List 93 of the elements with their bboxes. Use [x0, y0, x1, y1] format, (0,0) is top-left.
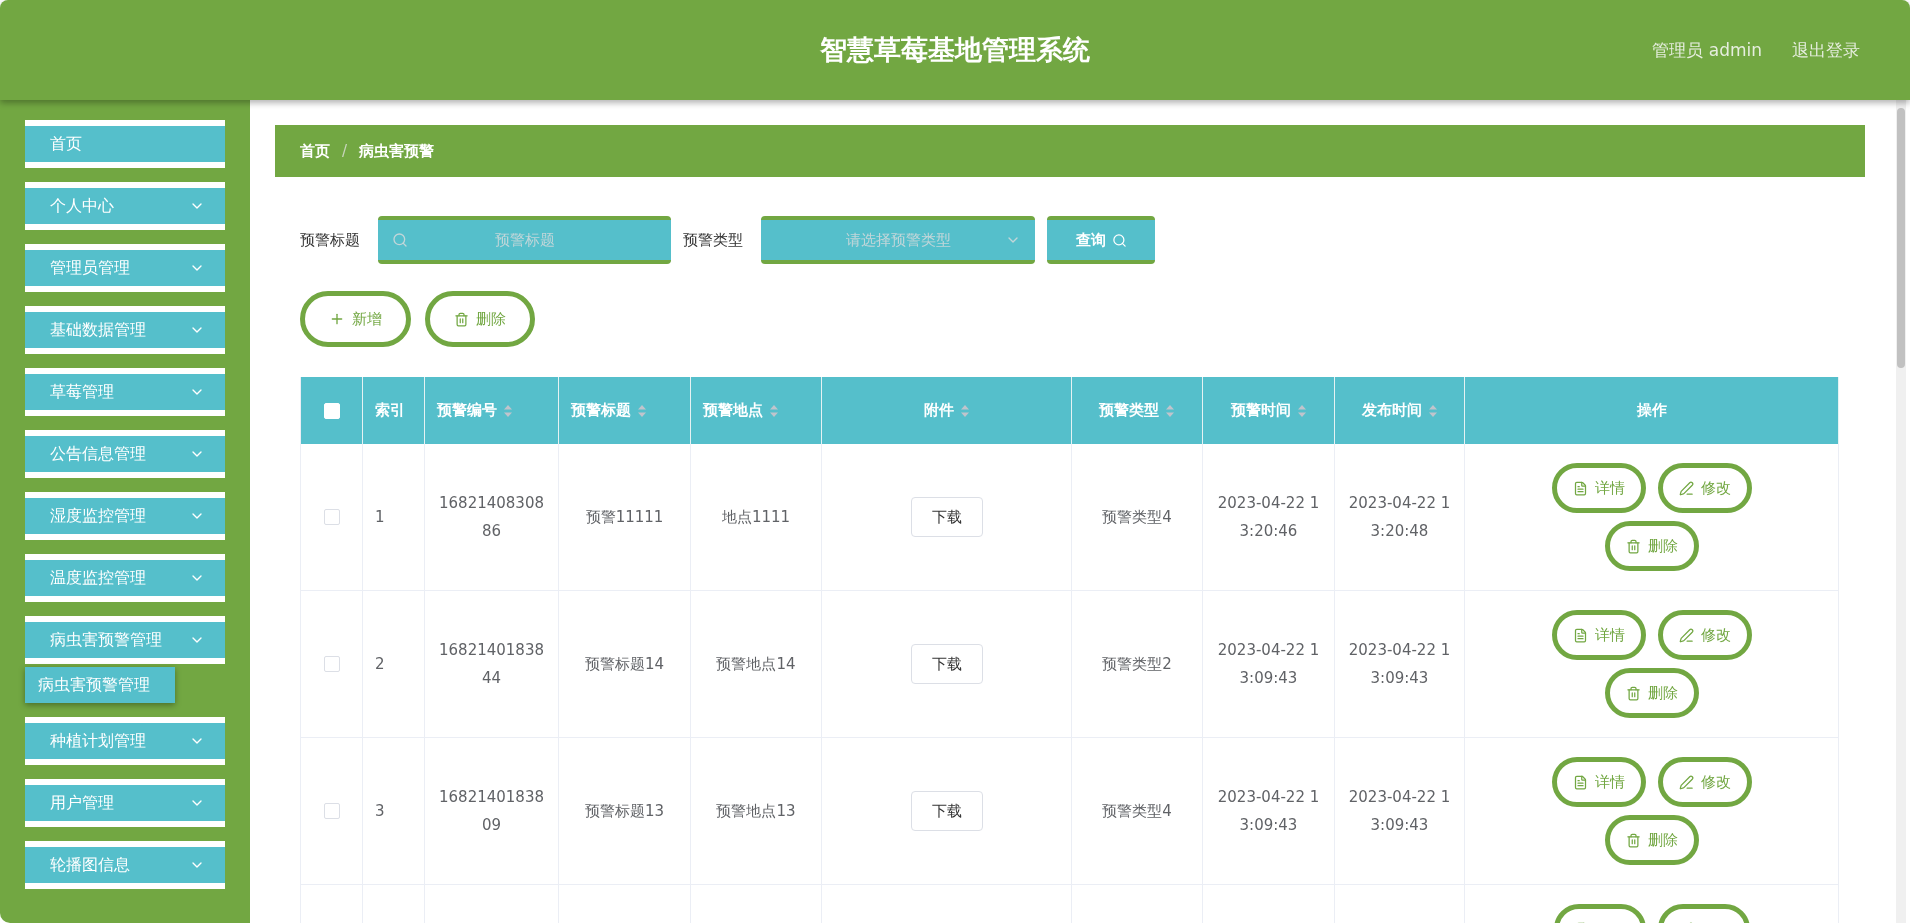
- delete-button[interactable]: 删除: [1604, 815, 1699, 865]
- table-cell-text: 预警标题13: [584, 801, 665, 822]
- delete-button[interactable]: 删除: [425, 291, 535, 347]
- detail-button[interactable]: 详情: [1551, 610, 1646, 660]
- breadcrumb-item[interactable]: 首页: [300, 141, 330, 161]
- detail-button[interactable]: 详情: [1551, 757, 1646, 807]
- trash-icon: [454, 311, 469, 327]
- search-icon: [392, 232, 408, 248]
- scrollbar[interactable]: [1896, 100, 1906, 923]
- row-checkbox[interactable]: [323, 509, 340, 525]
- query-button[interactable]: 查询: [1047, 216, 1155, 264]
- row-checkbox[interactable]: [323, 656, 340, 672]
- breadcrumb-separator: /: [342, 142, 348, 160]
- sidebar-subitem[interactable]: 病虫害预警管理: [25, 667, 175, 703]
- sidebar-item[interactable]: 首页: [25, 120, 225, 168]
- search-icon: [1111, 232, 1127, 248]
- sidebar-item[interactable]: 病虫害预警管理: [25, 616, 225, 664]
- table-cell-text: 3: [375, 801, 385, 822]
- table-cell-text: 1682140830886: [438, 493, 545, 542]
- sidebar-item[interactable]: 用户管理: [25, 779, 225, 827]
- delete-button[interactable]: 删除: [1604, 521, 1699, 571]
- sidebar-item[interactable]: 公告信息管理: [25, 430, 225, 478]
- table-cell-text: 预警类型2: [1102, 654, 1172, 675]
- table-cell-text: 预警类型4: [1102, 801, 1172, 822]
- sidebar-item[interactable]: 轮播图信息: [25, 841, 225, 889]
- app-title: 智慧草莓基地管理系统: [820, 33, 1090, 67]
- sort-icon[interactable]: [1296, 403, 1307, 418]
- column-header[interactable]: 预警时间: [1203, 377, 1335, 444]
- sort-icon[interactable]: [959, 403, 970, 418]
- select-field[interactable]: 请选择预警类型: [761, 216, 1035, 264]
- table-cell-text: 2023-04-22 13:09:43: [1216, 640, 1321, 689]
- table-cell-text: 预警标题14: [584, 654, 665, 675]
- logout-link[interactable]: 退出登录: [1792, 38, 1860, 62]
- table-cell-text: 1682140183809: [438, 787, 545, 836]
- sort-icon[interactable]: [1165, 403, 1175, 418]
- table-cell-text: 2023-04-22 13:20:48: [1347, 493, 1452, 542]
- table-cell-text: 预警地点14: [716, 654, 796, 675]
- column-header[interactable]: 预警类型: [1072, 377, 1203, 444]
- row-checkbox[interactable]: [323, 803, 340, 819]
- column-header: 索引: [363, 377, 425, 444]
- column-header[interactable]: 预警编号: [425, 377, 559, 444]
- trash-icon: [1625, 538, 1641, 554]
- sidebar-item[interactable]: 草莓管理: [25, 368, 225, 416]
- edit-button[interactable]: 修改: [1657, 463, 1752, 513]
- sort-icon[interactable]: [769, 403, 779, 418]
- download-button[interactable]: 下载: [910, 791, 983, 831]
- sidebar-item[interactable]: 个人中心: [25, 182, 225, 230]
- download-button[interactable]: 下载: [910, 644, 983, 684]
- column-header[interactable]: 附件: [822, 377, 1072, 444]
- document-icon: [1572, 480, 1588, 496]
- column-header[interactable]: 预警地点: [691, 377, 822, 444]
- pencil-icon: [1678, 627, 1694, 643]
- table-cell-text: 2023-04-22 13:09:43: [1347, 787, 1452, 836]
- sort-icon[interactable]: [503, 403, 513, 418]
- trash-icon: [1625, 685, 1641, 701]
- sidebar-item[interactable]: 管理员管理: [25, 244, 225, 292]
- table-cell-text: 2023-04-22 13:20:46: [1216, 493, 1321, 542]
- sidebar-item[interactable]: 湿度监控管理: [25, 492, 225, 540]
- search-field[interactable]: 预警标题: [378, 216, 671, 264]
- document-icon: [1572, 627, 1588, 643]
- field-label: 预警标题: [300, 230, 360, 250]
- delete-button[interactable]: 删除: [1604, 668, 1699, 718]
- document-icon: [1572, 774, 1588, 790]
- sidebar-item[interactable]: 基础数据管理: [25, 306, 225, 354]
- table-cell-text: 2023-04-22 13:09:43: [1347, 640, 1452, 689]
- field-label: 预警类型: [683, 230, 743, 250]
- breadcrumb-item: 病虫害预警: [359, 141, 435, 161]
- table-cell-text: 预警类型4: [1102, 507, 1172, 528]
- sidebar-item[interactable]: 种植计划管理: [25, 717, 225, 765]
- pencil-icon: [1678, 774, 1694, 790]
- column-header: 操作: [1465, 377, 1839, 444]
- select-all-checkbox[interactable]: [323, 402, 340, 419]
- pencil-icon: [1678, 480, 1694, 496]
- table-cell-text: 1682140183844: [438, 640, 545, 689]
- table-cell-text: 预警11111: [585, 507, 664, 528]
- user-label: 管理员 admin: [1652, 38, 1762, 62]
- table-cell-text: 地点1111: [721, 507, 791, 528]
- edit-button[interactable]: 修改: [1657, 757, 1752, 807]
- sort-icon[interactable]: [1427, 403, 1438, 418]
- table-cell-text: 2023-04-22 13:09:43: [1216, 787, 1321, 836]
- trash-icon: [1625, 832, 1641, 848]
- download-button[interactable]: 下载: [910, 497, 983, 537]
- detail-button[interactable]: 详情: [1551, 463, 1646, 513]
- edit-button[interactable]: 修改: [1657, 610, 1752, 660]
- table-cell-text: 2: [375, 654, 385, 675]
- sidebar-item[interactable]: 温度监控管理: [25, 554, 225, 602]
- plus-icon: [329, 311, 345, 327]
- table-cell-text: 1: [375, 507, 385, 528]
- column-header[interactable]: 发布时间: [1335, 377, 1465, 444]
- sort-icon[interactable]: [637, 403, 647, 418]
- add-button[interactable]: 新增: [300, 291, 411, 347]
- column-header[interactable]: 预警标题: [559, 377, 691, 444]
- table-cell-text: 预警地点13: [716, 801, 796, 822]
